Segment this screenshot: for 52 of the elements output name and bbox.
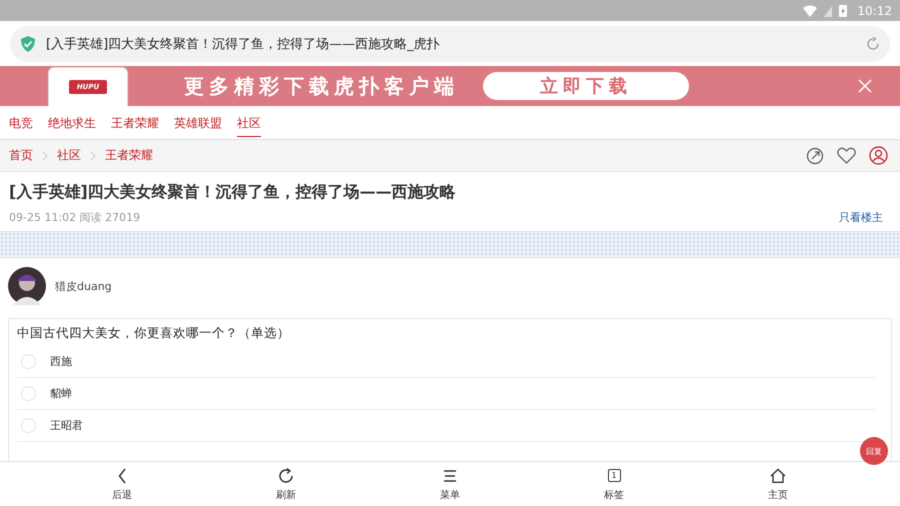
author-only-link[interactable]: 只看楼主 (839, 210, 883, 225)
home-icon (770, 468, 786, 483)
breadcrumb-link[interactable]: 首页 (9, 147, 33, 164)
toolbar-button[interactable]: 刷新 (270, 462, 302, 506)
reply-button[interactable]: 回复 (860, 437, 888, 465)
tab-count: 1 (608, 469, 620, 482)
breadcrumb-link[interactable]: 王者荣耀 (105, 147, 153, 164)
post-meta: 09-25 11:02 阅读 27019 (9, 210, 140, 225)
option-label: 王昭君 (50, 418, 83, 433)
toolbar-label: 后退 (112, 488, 132, 502)
radio-button[interactable] (21, 354, 36, 369)
poll-question: 中国古代四大美女，你更喜欢哪一个？（单选） (17, 325, 291, 342)
clock-time: 10:12 (857, 4, 892, 18)
radio-button[interactable] (21, 418, 36, 433)
user-icon[interactable] (869, 146, 888, 165)
toolbar-label: 刷新 (276, 488, 296, 502)
share-icon[interactable] (806, 146, 824, 164)
heart-icon[interactable] (837, 147, 856, 164)
chevron-icon (42, 150, 48, 160)
avatar (8, 267, 46, 305)
category-tab[interactable]: 社区 (237, 108, 261, 136)
toolbar-label: 标签 (604, 488, 624, 502)
shield-icon (20, 36, 36, 52)
option-label: 貂蝉 (50, 386, 72, 401)
battery-icon (839, 4, 848, 17)
category-tab[interactable]: 绝地求生 (48, 109, 96, 136)
page-title: [入手英雄]四大美女终聚首！沉得了鱼，控得了场——西施攻略_虎扑 (46, 36, 441, 52)
menu-icon (443, 470, 457, 482)
toolbar-button[interactable]: 后退 (106, 462, 138, 506)
close-icon[interactable] (858, 79, 872, 93)
chevron-icon (90, 150, 96, 160)
toolbar-button[interactable]: 菜单 (434, 462, 466, 506)
breadcrumb-link[interactable]: 社区 (57, 147, 81, 164)
toolbar-label: 主页 (768, 488, 788, 502)
toolbar-label: 菜单 (440, 488, 460, 502)
signal-icon (823, 4, 834, 16)
wifi-icon (803, 4, 818, 16)
option-label: 西施 (50, 354, 72, 369)
toolbar-button[interactable]: 1 标签 (598, 462, 630, 506)
refresh-icon (277, 466, 295, 484)
download-button[interactable]: 立即下载 (483, 72, 689, 100)
back-icon (118, 468, 126, 484)
category-tab[interactable]: 英雄联盟 (174, 109, 222, 136)
category-tab[interactable]: 电竞 (9, 109, 33, 136)
category-tab[interactable]: 王者荣耀 (111, 109, 159, 136)
reload-icon[interactable] (866, 36, 880, 50)
address-field[interactable]: [入手英雄]四大美女终聚首！沉得了鱼，控得了场——西施攻略_虎扑 (10, 26, 890, 62)
author-name[interactable]: 猎皮duang (55, 278, 112, 294)
toolbar-button[interactable]: 主页 (762, 462, 794, 506)
post-title: [入手英雄]四大美女终聚首！沉得了鱼，控得了场——西施攻略 (9, 182, 457, 203)
banner-text: 更多精彩下载虎扑客户端 (184, 72, 459, 100)
radio-button[interactable] (21, 386, 36, 401)
